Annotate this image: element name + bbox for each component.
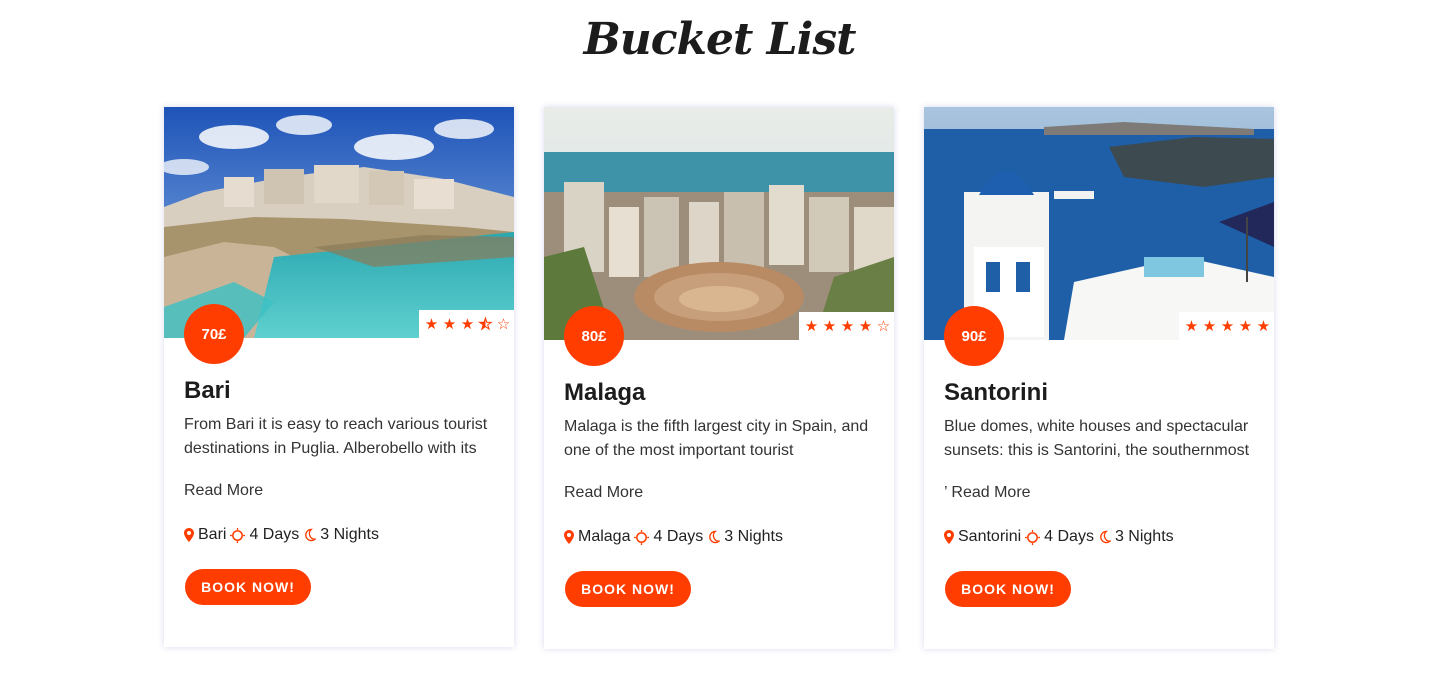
location-pin-icon	[944, 530, 954, 544]
price-badge: 70£	[184, 304, 244, 364]
star-rating: ★ ★ ★ ★ ☆	[419, 310, 514, 338]
card-description: Malaga is the fifth largest city in Spai…	[564, 418, 869, 459]
days-label: 4 Days	[1044, 528, 1094, 545]
trip-meta: Malaga 4 Days 3 Nights	[564, 528, 783, 546]
destination-card: 90£ ★ ★ ★ ★ ★ Santorini Blue domes, whit…	[924, 107, 1274, 649]
destination-card: 70£ ★ ★ ★ ★ ☆ Bari From Bari it is easy …	[164, 107, 514, 647]
star-full-icon: ★	[442, 315, 457, 333]
price-badge: 90£	[944, 306, 1004, 366]
star-full-icon: ★	[858, 317, 873, 335]
location-pin-icon	[564, 530, 574, 544]
star-full-icon: ★	[1256, 317, 1271, 335]
card-description: Blue domes, white houses and spectacular…	[944, 418, 1250, 459]
star-full-icon: ★	[1238, 317, 1253, 335]
destination-card: 80£ ★ ★ ★ ★ ☆ Malaga Malaga is the fifth…	[544, 107, 894, 649]
location-label: Santorini	[958, 528, 1022, 545]
location-label: Malaga	[578, 528, 631, 545]
location-pin-icon	[184, 528, 194, 542]
star-empty-icon: ☆	[496, 315, 511, 333]
price-badge: 80£	[564, 306, 624, 366]
read-more-link[interactable]: Read More	[184, 482, 263, 500]
book-now-button[interactable]: BOOK NOW!	[565, 571, 691, 607]
book-now-button[interactable]: BOOK NOW!	[185, 569, 311, 605]
star-rating: ★ ★ ★ ★ ☆	[799, 312, 894, 340]
card-list: 70£ ★ ★ ★ ★ ☆ Bari From Bari it is easy …	[0, 0, 1439, 686]
star-full-icon: ★	[424, 315, 439, 333]
destination-photo	[924, 107, 1274, 340]
days-label: 4 Days	[249, 526, 300, 543]
card-title: Santorini	[944, 379, 1049, 406]
star-half-icon: ★	[478, 315, 493, 333]
sun-icon	[634, 529, 650, 545]
read-more-link[interactable]: Read More	[564, 484, 643, 502]
sun-icon	[1025, 529, 1041, 545]
moon-icon	[303, 528, 317, 542]
sun-icon	[230, 527, 246, 543]
star-empty-icon: ☆	[876, 317, 891, 335]
star-full-icon: ★	[840, 317, 855, 335]
trip-meta: Bari 4 Days 3 Nights	[184, 526, 379, 544]
nights-label: 3 Nights	[320, 526, 379, 543]
card-title: Bari	[184, 377, 231, 404]
nights-label: 3 Nights	[1114, 528, 1174, 545]
moon-icon	[1098, 530, 1111, 544]
card-description: From Bari it is easy to reach various to…	[184, 416, 488, 457]
days-label: 4 Days	[653, 528, 704, 545]
star-rating: ★ ★ ★ ★ ★	[1179, 312, 1274, 340]
nights-label: 3 Nights	[724, 528, 783, 545]
book-now-button[interactable]: BOOK NOW!	[945, 571, 1071, 607]
location-label: Bari	[198, 526, 227, 543]
destination-photo	[544, 107, 894, 340]
trip-meta: Santorini 4 Days 3 Nights	[944, 528, 1174, 546]
star-full-icon: ★	[804, 317, 819, 335]
star-full-icon: ★	[1184, 317, 1199, 335]
star-full-icon: ★	[822, 317, 837, 335]
star-full-icon: ★	[1220, 317, 1235, 335]
moon-icon	[707, 530, 721, 544]
star-full-icon: ★	[460, 315, 475, 333]
read-more-link[interactable]: ’ Read More	[944, 484, 1031, 502]
card-title: Malaga	[564, 379, 646, 406]
star-full-icon: ★	[1202, 317, 1217, 335]
